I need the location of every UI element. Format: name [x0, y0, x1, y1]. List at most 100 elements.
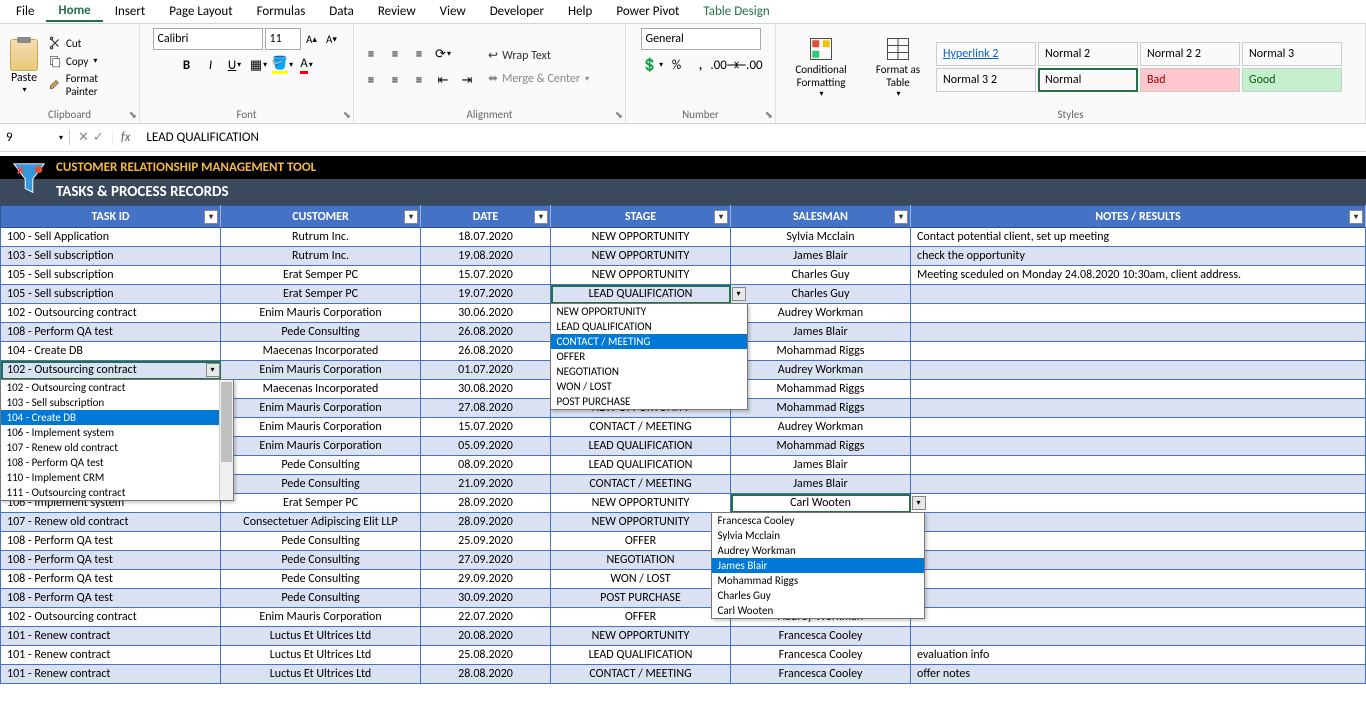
dropdown-item[interactable]: 104 - Create DB: [1, 410, 219, 425]
cell-notes[interactable]: [911, 608, 1366, 627]
cell-stage[interactable]: WON / LOST: [551, 570, 731, 589]
cell-task[interactable]: 108 - Perform QA test: [1, 570, 221, 589]
cell-sales[interactable]: Francesca Cooley: [731, 646, 911, 665]
table-row[interactable]: 105 - Sell subscriptionErat Semper PC19.…: [1, 285, 1366, 304]
cell-notes[interactable]: [911, 589, 1366, 608]
cell-cust[interactable]: Enim Mauris Corporation: [221, 608, 421, 627]
cell-cust[interactable]: Pede Consulting: [221, 323, 421, 342]
col-header-stage[interactable]: STAGE▾: [551, 206, 731, 228]
align-bottom-icon[interactable]: ≡: [408, 43, 430, 65]
decrease-decimal-icon[interactable]: ←.00: [738, 54, 760, 76]
dropdown-item[interactable]: Carl Wooten: [712, 603, 924, 618]
cell-notes[interactable]: [911, 304, 1366, 323]
cell-stage[interactable]: LEAD QUALIFICATION: [551, 285, 731, 304]
cell-task[interactable]: 105 - Sell subscription: [1, 285, 221, 304]
cell-date[interactable]: 25.09.2020: [421, 532, 551, 551]
cell-sales[interactable]: James Blair: [731, 247, 911, 266]
stage-dropdown[interactable]: NEW OPPORTUNITYLEAD QUALIFICATIONCONTACT…: [550, 303, 748, 410]
cell-date[interactable]: 22.07.2020: [421, 608, 551, 627]
increase-font-icon[interactable]: A▴: [303, 30, 321, 48]
style-normal-3[interactable]: Normal 3: [1242, 42, 1342, 66]
tab-developer[interactable]: Developer: [478, 2, 556, 21]
cell-date[interactable]: 05.09.2020: [421, 437, 551, 456]
tab-review[interactable]: Review: [366, 2, 428, 21]
cell-date[interactable]: 30.09.2020: [421, 589, 551, 608]
filter-button[interactable]: ▾: [714, 210, 728, 224]
style-normal-3-2[interactable]: Normal 3 2: [936, 68, 1036, 92]
cell-date[interactable]: 26.08.2020: [421, 323, 551, 342]
percent-format-icon[interactable]: %: [666, 54, 688, 76]
cell-date[interactable]: 30.08.2020: [421, 380, 551, 399]
cell-notes[interactable]: [911, 361, 1366, 380]
cell-notes[interactable]: [911, 475, 1366, 494]
cell-date[interactable]: 28.09.2020: [421, 494, 551, 513]
cell-notes[interactable]: [911, 437, 1366, 456]
cell-cust[interactable]: Erat Semper PC: [221, 266, 421, 285]
table-row[interactable]: 101 - Renew contractLuctus Et Ultrices L…: [1, 646, 1366, 665]
cell-notes[interactable]: [911, 513, 1366, 532]
cell-date[interactable]: 27.09.2020: [421, 551, 551, 570]
dropdown-item[interactable]: OFFER: [551, 349, 747, 364]
alignment-dialog-launcher[interactable]: ⬊: [615, 108, 623, 121]
cell-date[interactable]: 28.08.2020: [421, 665, 551, 684]
cell-cust[interactable]: Pede Consulting: [221, 532, 421, 551]
cell-stage[interactable]: NEW OPPORTUNITY: [551, 247, 731, 266]
cell-sales[interactable]: Audrey Workman: [731, 418, 911, 437]
copy-button[interactable]: Copy▾: [46, 53, 133, 69]
cell-notes[interactable]: check the opportunity: [911, 247, 1366, 266]
task-dropdown[interactable]: 102 - Outsourcing contract103 - Sell sub…: [0, 379, 234, 501]
cell-notes[interactable]: [911, 494, 1366, 513]
filter-button[interactable]: ▾: [894, 210, 908, 224]
tab-view[interactable]: View: [428, 2, 478, 21]
cell-sales[interactable]: Audrey Workman: [731, 304, 911, 323]
dropdown-item[interactable]: Audrey Workman: [712, 543, 924, 558]
cell-stage[interactable]: OFFER: [551, 608, 731, 627]
cell-notes[interactable]: [911, 285, 1366, 304]
cell-notes[interactable]: [911, 418, 1366, 437]
cell-notes[interactable]: [911, 342, 1366, 361]
cell-cust[interactable]: Enim Mauris Corporation: [221, 418, 421, 437]
style-bad[interactable]: Bad: [1140, 68, 1240, 92]
cell-sales[interactable]: Charles Guy: [731, 266, 911, 285]
cell-cust[interactable]: Consectetuer Adipiscing Elit LLP: [221, 513, 421, 532]
tab-file[interactable]: File: [4, 2, 46, 21]
cell-cust[interactable]: Rutrum Inc.: [221, 228, 421, 247]
cell-date[interactable]: 15.07.2020: [421, 418, 551, 437]
cell-task[interactable]: 107 - Renew old contract: [1, 513, 221, 532]
wrap-text-button[interactable]: ↩Wrap Text: [482, 46, 595, 65]
dropdown-item[interactable]: 111 - Outsourcing contract: [1, 485, 219, 500]
cell-notes[interactable]: [911, 532, 1366, 551]
cell-task[interactable]: 100 - Sell Application: [1, 228, 221, 247]
cell-date[interactable]: 27.08.2020: [421, 399, 551, 418]
tab-home[interactable]: Home: [46, 1, 102, 22]
cell-date[interactable]: 30.06.2020: [421, 304, 551, 323]
cell-date[interactable]: 20.08.2020: [421, 627, 551, 646]
cell-task[interactable]: 102 - Outsourcing contract: [1, 361, 221, 380]
table-row[interactable]: 108 - Perform QA testPede Consulting29.0…: [1, 570, 1366, 589]
cell-notes[interactable]: [911, 456, 1366, 475]
cell-notes[interactable]: Meeting sceduled on Monday 24.08.2020 10…: [911, 266, 1366, 285]
merge-center-button[interactable]: ⬌Merge & Center▾: [482, 69, 595, 88]
cell-sales[interactable]: Francesca Cooley: [731, 665, 911, 684]
align-middle-icon[interactable]: ≡: [384, 43, 406, 65]
cell-cust[interactable]: Pede Consulting: [221, 570, 421, 589]
cell-task[interactable]: 108 - Perform QA test: [1, 323, 221, 342]
accounting-format-icon[interactable]: 💲▾: [642, 54, 664, 76]
dropdown-item[interactable]: 110 - Implement CRM: [1, 470, 219, 485]
font-dialog-launcher[interactable]: ⬊: [343, 108, 351, 121]
dropdown-item[interactable]: 108 - Perform QA test: [1, 455, 219, 470]
cell-notes[interactable]: [911, 551, 1366, 570]
cell-sales[interactable]: Mohammad Riggs: [731, 342, 911, 361]
fx-icon[interactable]: fx: [113, 130, 139, 145]
dropdown-item[interactable]: 103 - Sell subscription: [1, 395, 219, 410]
tab-page-layout[interactable]: Page Layout: [157, 2, 244, 21]
cell-sales[interactable]: Mohammad Riggs: [731, 437, 911, 456]
cell-sales[interactable]: Charles Guy: [731, 285, 911, 304]
cell-cust[interactable]: Luctus Et Ultrices Ltd: [221, 665, 421, 684]
name-box[interactable]: 9▾: [0, 130, 70, 145]
dropdown-item[interactable]: Charles Guy: [712, 588, 924, 603]
cell-sales[interactable]: Mohammad Riggs: [731, 380, 911, 399]
format-painter-button[interactable]: Format Painter: [46, 71, 133, 99]
table-row[interactable]: 100 - Sell ApplicationRutrum Inc.18.07.2…: [1, 228, 1366, 247]
tab-data[interactable]: Data: [317, 2, 366, 21]
